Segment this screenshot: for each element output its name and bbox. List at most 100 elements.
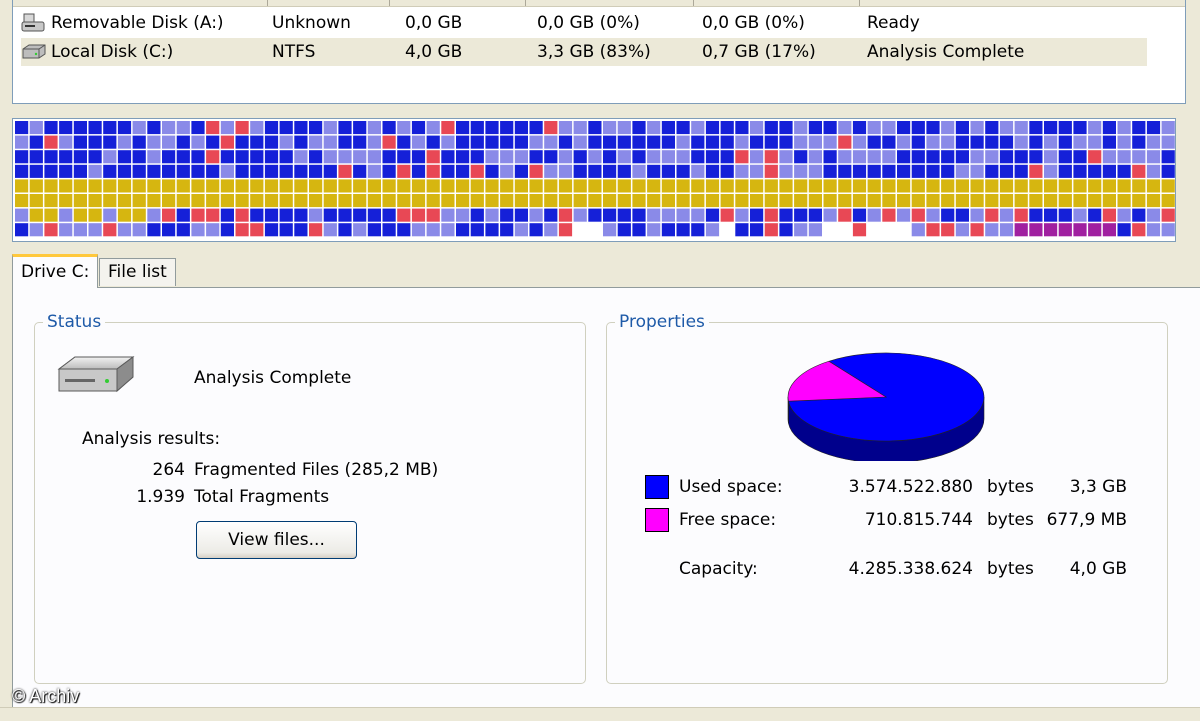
drive-list[interactable]: Removable Disk (A:) Unknown 0,0 GB 0,0 G… xyxy=(12,0,1186,104)
analysis-results-label: Analysis results: xyxy=(82,429,220,449)
tab-file-list[interactable]: File list xyxy=(99,258,176,286)
cluster-block xyxy=(30,179,43,192)
drive-free-space: 0,0 GB (0%) xyxy=(537,13,640,33)
cluster-block xyxy=(485,223,498,236)
cluster-block xyxy=(265,136,278,149)
drive-filesystem: NTFS xyxy=(272,42,315,62)
drive-row-c[interactable]: Local Disk (C:) NTFS 4,0 GB 3,3 GB (83%)… xyxy=(21,38,1147,66)
cluster-block xyxy=(1059,136,1072,149)
cluster-block xyxy=(882,165,895,178)
drive-percent-free: 0,7 GB (17%) xyxy=(702,42,816,62)
cluster-block xyxy=(118,194,131,207)
tab-drive-c[interactable]: Drive C: xyxy=(12,254,98,288)
cluster-block xyxy=(1000,150,1013,163)
cluster-block xyxy=(162,165,175,178)
cluster-block xyxy=(794,165,807,178)
cluster-block xyxy=(971,179,984,192)
cluster-block xyxy=(765,179,778,192)
view-files-button[interactable]: View files... xyxy=(196,521,357,559)
cluster-block xyxy=(177,194,190,207)
cluster-block xyxy=(221,209,234,222)
cluster-block xyxy=(691,194,704,207)
cluster-block xyxy=(691,223,704,236)
cluster-block xyxy=(912,179,925,192)
cluster-block xyxy=(1015,150,1028,163)
column-separator[interactable] xyxy=(693,0,694,6)
cluster-block xyxy=(721,223,734,236)
watermark: © Archiv xyxy=(12,686,79,707)
cluster-block xyxy=(1073,209,1086,222)
cluster-block xyxy=(794,121,807,134)
cluster-block xyxy=(324,223,337,236)
properties-group: Properties Used space: 3.574.522.880 byt… xyxy=(606,322,1168,684)
cluster-block xyxy=(1073,136,1086,149)
cluster-block xyxy=(794,223,807,236)
cluster-block xyxy=(750,209,763,222)
drive-free-space: 3,3 GB (83%) xyxy=(537,42,651,62)
cluster-block xyxy=(603,136,616,149)
cluster-block xyxy=(265,223,278,236)
column-separator[interactable] xyxy=(267,0,268,6)
cluster-block xyxy=(30,223,43,236)
cluster-block xyxy=(471,209,484,222)
cluster-block xyxy=(677,223,690,236)
drive-row-a[interactable]: Removable Disk (A:) Unknown 0,0 GB 0,0 G… xyxy=(21,9,1147,37)
cluster-block xyxy=(530,165,543,178)
cluster-block xyxy=(824,136,837,149)
cluster-block xyxy=(971,136,984,149)
cluster-block xyxy=(412,194,425,207)
cluster-block xyxy=(1015,121,1028,134)
cluster-block xyxy=(530,223,543,236)
cluster-block xyxy=(1000,194,1013,207)
cluster-block xyxy=(588,194,601,207)
cluster-block xyxy=(1015,136,1028,149)
column-separator[interactable] xyxy=(859,0,860,6)
cluster-block xyxy=(530,150,543,163)
cluster-block xyxy=(1162,136,1175,149)
cluster-block xyxy=(956,179,969,192)
cluster-block xyxy=(147,136,160,149)
cluster-block xyxy=(1029,223,1042,236)
cluster-block xyxy=(647,165,660,178)
column-header-strip[interactable] xyxy=(13,0,1185,7)
cluster-block xyxy=(133,121,146,134)
cluster-block xyxy=(236,150,249,163)
cluster-block xyxy=(1103,136,1116,149)
column-separator[interactable] xyxy=(389,0,390,6)
cluster-block xyxy=(618,136,631,149)
cluster-block xyxy=(574,136,587,149)
cluster-block xyxy=(133,150,146,163)
cluster-block xyxy=(662,194,675,207)
cluster-block xyxy=(177,121,190,134)
cluster-block xyxy=(368,209,381,222)
cluster-block xyxy=(265,150,278,163)
cluster-block xyxy=(515,194,528,207)
cluster-block xyxy=(853,165,866,178)
cluster-block xyxy=(588,179,601,192)
column-separator[interactable] xyxy=(525,0,526,6)
cluster-block xyxy=(133,209,146,222)
cluster-block xyxy=(544,209,557,222)
cluster-block xyxy=(735,165,748,178)
cluster-block xyxy=(544,150,557,163)
cluster-block xyxy=(74,179,87,192)
cluster-block xyxy=(677,194,690,207)
cluster-block xyxy=(926,136,939,149)
cluster-block xyxy=(221,165,234,178)
cluster-block xyxy=(265,121,278,134)
cluster-block xyxy=(1118,209,1131,222)
cluster-block xyxy=(559,223,572,236)
cluster-block xyxy=(647,223,660,236)
cluster-block xyxy=(691,165,704,178)
cluster-block xyxy=(1147,150,1160,163)
cluster-block xyxy=(603,209,616,222)
cluster-block xyxy=(338,194,351,207)
cluster-block xyxy=(294,179,307,192)
cluster-block xyxy=(926,209,939,222)
cluster-block xyxy=(427,121,440,134)
used-space-bytes: 3.574.522.880 xyxy=(813,477,973,497)
cluster-block xyxy=(809,209,822,222)
cluster-block xyxy=(1000,136,1013,149)
cluster-block xyxy=(971,194,984,207)
cluster-block xyxy=(441,121,454,134)
